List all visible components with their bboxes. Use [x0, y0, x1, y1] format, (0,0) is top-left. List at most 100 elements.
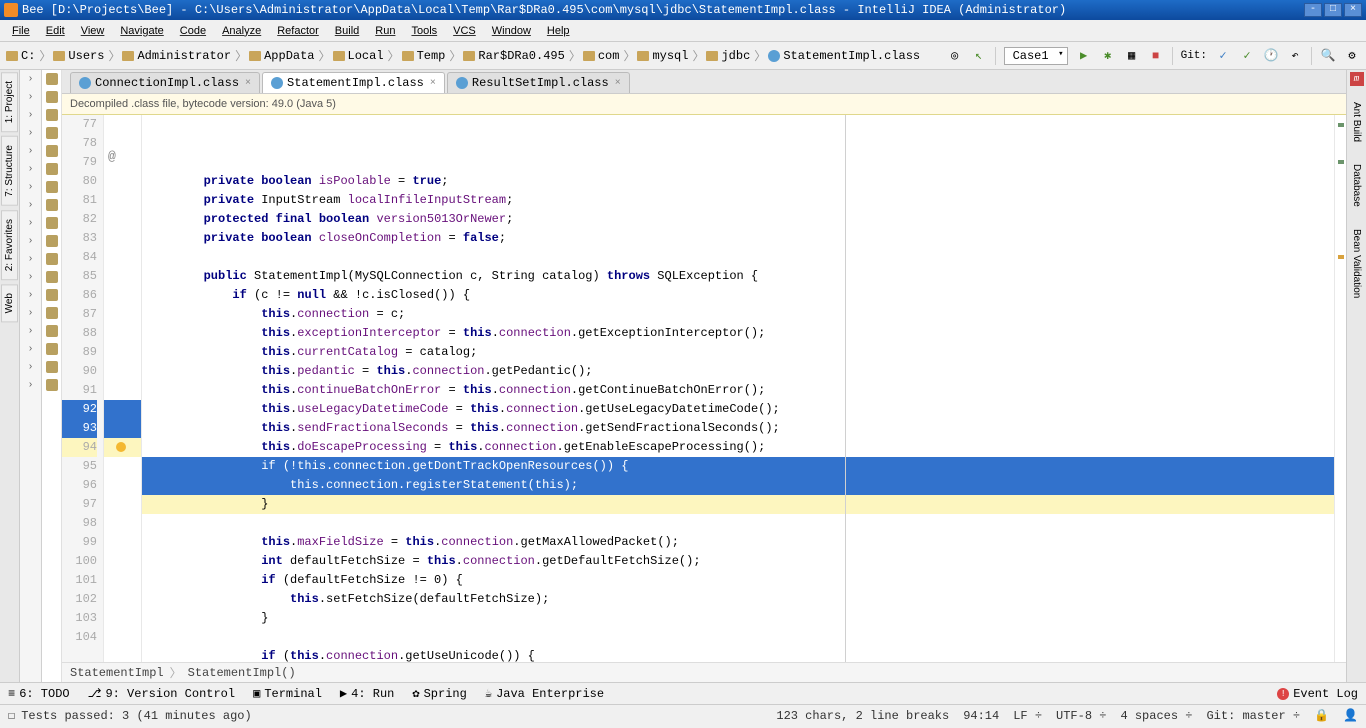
code-line[interactable]: int defaultFetchSize = this.connection.g… — [142, 552, 1334, 571]
toolwin-run[interactable]: ▶4: Run — [340, 686, 394, 701]
expand-chevron-icon[interactable]: › — [20, 250, 41, 268]
hector-icon[interactable]: 👤 — [1343, 708, 1358, 723]
file-icon[interactable] — [42, 358, 61, 376]
vcs-update-icon[interactable]: ✓ — [1215, 48, 1231, 64]
file-icon[interactable] — [42, 286, 61, 304]
expand-chevron-icon[interactable]: › — [20, 142, 41, 160]
file-icon[interactable] — [42, 88, 61, 106]
expand-chevron-icon[interactable]: › — [20, 358, 41, 376]
code-line[interactable]: } — [142, 609, 1334, 628]
menu-file[interactable]: File — [4, 23, 38, 39]
lock-icon[interactable]: 🔒 — [1314, 708, 1329, 723]
code-line[interactable]: private boolean isPoolable = true; — [142, 172, 1334, 191]
code-line[interactable]: this.pedantic = this.connection.getPedan… — [142, 362, 1334, 381]
expand-chevron-icon[interactable]: › — [20, 340, 41, 358]
breadcrumb-item[interactable]: AppData — [249, 49, 314, 63]
minimize-button[interactable]: - — [1304, 3, 1322, 17]
breadcrumb-item[interactable]: Temp — [402, 49, 446, 63]
expand-chevron-icon[interactable]: › — [20, 178, 41, 196]
code-line[interactable]: this.useLegacyDatetimeCode = this.connec… — [142, 400, 1334, 419]
expand-chevron-icon[interactable]: › — [20, 106, 41, 124]
file-icon[interactable] — [42, 214, 61, 232]
code-line[interactable]: this.exceptionInterceptor = this.connect… — [142, 324, 1334, 343]
status-widget[interactable]: LF ÷ — [1013, 709, 1042, 723]
vcs-commit-icon[interactable]: ✓ — [1239, 48, 1255, 64]
code-line[interactable]: this.maxFieldSize = this.connection.getM… — [142, 533, 1334, 552]
menu-edit[interactable]: Edit — [38, 23, 73, 39]
file-icon[interactable] — [42, 178, 61, 196]
code-line[interactable]: this.connection = c; — [142, 305, 1334, 324]
file-icon[interactable] — [42, 232, 61, 250]
breakpoint-icon[interactable] — [116, 442, 126, 452]
close-button[interactable]: × — [1344, 3, 1362, 17]
code-editor[interactable]: private boolean isPoolable = true; priva… — [142, 115, 1334, 662]
code-line[interactable]: this.currentCatalog = catalog; — [142, 343, 1334, 362]
file-icon[interactable] — [42, 70, 61, 88]
code-line[interactable]: this.sendFractionalSeconds = this.connec… — [142, 419, 1334, 438]
close-tab-icon[interactable]: × — [615, 78, 621, 89]
toolwin-javaenterprise[interactable]: ☕Java Enterprise — [485, 686, 604, 701]
close-tab-icon[interactable]: × — [430, 78, 436, 89]
breadcrumb-item[interactable]: Local — [333, 49, 384, 63]
menu-code[interactable]: Code — [172, 23, 214, 39]
expand-chevron-icon[interactable]: › — [20, 268, 41, 286]
toolwin-spring[interactable]: ✿Spring — [412, 686, 466, 701]
breadcrumb-item[interactable]: com — [583, 49, 620, 63]
file-icon[interactable] — [42, 376, 61, 394]
stop-icon[interactable]: ■ — [1148, 48, 1164, 64]
menu-vcs[interactable]: VCS — [445, 23, 484, 39]
status-widget[interactable]: UTF-8 ÷ — [1056, 709, 1106, 723]
code-line[interactable] — [142, 628, 1334, 647]
code-line[interactable]: this.continueBatchOnError = this.connect… — [142, 381, 1334, 400]
tool-tab-structure[interactable]: 7: Structure — [1, 136, 18, 206]
menu-navigate[interactable]: Navigate — [112, 23, 171, 39]
run-config-combo[interactable]: Case1 — [1004, 47, 1068, 65]
status-widget[interactable]: 4 spaces ÷ — [1120, 709, 1192, 723]
editor-tab[interactable]: ConnectionImpl.class× — [70, 72, 260, 93]
code-line[interactable]: this.setFetchSize(defaultFetchSize); — [142, 590, 1334, 609]
expand-chevron-icon[interactable]: › — [20, 214, 41, 232]
breadcrumb-item[interactable]: mysql — [637, 49, 688, 63]
tool-tab-beanvalidation[interactable]: Bean Validation — [1349, 221, 1364, 306]
toolwin-todo[interactable]: ≡6: TODO — [8, 687, 70, 701]
code-line[interactable]: } — [142, 495, 1334, 514]
code-line[interactable]: if (c != null && !c.isClosed()) { — [142, 286, 1334, 305]
close-tab-icon[interactable]: × — [245, 78, 251, 89]
file-icon[interactable] — [42, 106, 61, 124]
menu-run[interactable]: Run — [367, 23, 403, 39]
expand-chevron-icon[interactable]: › — [20, 70, 41, 88]
tool-tab-project[interactable]: 1: Project — [1, 72, 18, 132]
fold-gutter[interactable] — [104, 115, 142, 662]
editor-tab[interactable]: StatementImpl.class× — [262, 72, 445, 93]
expand-chevron-icon[interactable]: › — [20, 286, 41, 304]
expand-chevron-icon[interactable]: › — [20, 232, 41, 250]
menu-refactor[interactable]: Refactor — [269, 23, 327, 39]
settings-icon[interactable]: ⚙ — [1344, 48, 1360, 64]
breadcrumb-item[interactable]: Users — [53, 49, 104, 63]
menu-tools[interactable]: Tools — [403, 23, 445, 39]
code-line[interactable]: private InputStream localInfileInputStre… — [142, 191, 1334, 210]
file-icon[interactable] — [42, 268, 61, 286]
run-icon[interactable]: ▶ — [1076, 48, 1092, 64]
breadcrumb-item[interactable]: Administrator — [122, 49, 231, 63]
line-number-gutter[interactable]: 7778798081828384858687888990919293949596… — [62, 115, 104, 662]
file-icon[interactable] — [42, 322, 61, 340]
breadcrumb-item[interactable]: StatementImpl.class — [768, 49, 920, 63]
tool-tab-antbuild[interactable]: Ant Build — [1349, 94, 1364, 150]
code-line[interactable]: public StatementImpl(MySQLConnection c, … — [142, 267, 1334, 286]
expand-chevron-icon[interactable]: › — [20, 304, 41, 322]
status-widget[interactable]: 94:14 — [963, 709, 999, 723]
editor-tab[interactable]: ResultSetImpl.class× — [447, 72, 630, 93]
error-stripe[interactable] — [1334, 115, 1346, 662]
debug-icon[interactable]: ✱ — [1100, 48, 1116, 64]
event-log-button[interactable]: !Event Log — [1277, 687, 1358, 701]
menu-help[interactable]: Help — [539, 23, 578, 39]
tool-tab-favorites[interactable]: 2: Favorites — [1, 210, 18, 280]
annotation-gutter-icon[interactable]: @ — [108, 149, 116, 164]
expand-chevron-icon[interactable]: › — [20, 124, 41, 142]
file-icon[interactable] — [42, 124, 61, 142]
breadcrumb-item[interactable]: C: — [6, 49, 35, 63]
breadcrumb-item[interactable]: jdbc — [706, 49, 750, 63]
coverage-icon[interactable]: ▦ — [1124, 48, 1140, 64]
code-line[interactable]: this.connection.registerStatement(this); — [142, 476, 1334, 495]
